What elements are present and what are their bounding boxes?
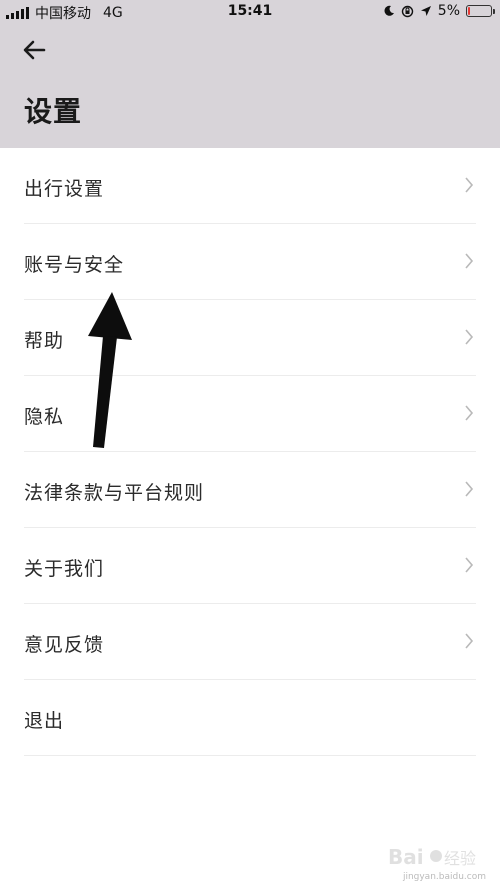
menu-item-label: 账号与安全 [24,254,125,276]
menu-item-label: 退出 [24,710,65,732]
chevron-right-icon [465,253,474,269]
settings-list: 出行设置 账号与安全 帮助 隐私 法律条款与平台规则 关于我们 意见反馈 退出 [0,148,500,756]
menu-item-privacy[interactable]: 隐私 [24,376,476,452]
chevron-right-icon [465,481,474,497]
chevron-right-icon [465,329,474,345]
menu-item-label: 法律条款与平台规则 [24,482,205,504]
menu-item-label: 出行设置 [24,178,105,200]
page-title: 设置 [24,95,83,128]
header: 中国移动 4G 15:41 5% 设置 [0,0,500,148]
menu-item-legal-terms[interactable]: 法律条款与平台规则 [24,452,476,528]
rotation-lock-icon [401,5,413,17]
watermark-url: jingyan.baidu.com [402,872,486,882]
battery-percent: 5% [437,3,460,19]
baidu-watermark-logo: Bai 经验 [388,845,476,869]
location-icon [420,6,431,16]
menu-item-label: 帮助 [24,330,65,352]
menu-item-label: 意见反馈 [24,634,105,656]
chevron-right-icon [465,177,474,193]
menu-item-feedback[interactable]: 意见反馈 [24,604,476,680]
status-bar: 中国移动 4G 15:41 5% [0,0,500,24]
chevron-right-icon [465,405,474,421]
battery-icon [466,5,495,17]
menu-item-label: 关于我们 [24,558,105,580]
menu-item-account-security[interactable]: 账号与安全 [24,224,476,300]
svg-text:Bai: Bai [388,845,424,869]
back-arrow-icon[interactable] [20,36,52,64]
moon-icon [384,5,394,16]
menu-item-travel-settings[interactable]: 出行设置 [24,148,476,224]
menu-item-help[interactable]: 帮助 [24,300,476,376]
chevron-right-icon [465,557,474,573]
menu-item-about-us[interactable]: 关于我们 [24,528,476,604]
menu-item-logout[interactable]: 退出 [24,680,476,756]
menu-item-label: 隐私 [24,406,65,428]
svg-text:经验: 经验 [444,849,476,868]
chevron-right-icon [465,633,474,649]
